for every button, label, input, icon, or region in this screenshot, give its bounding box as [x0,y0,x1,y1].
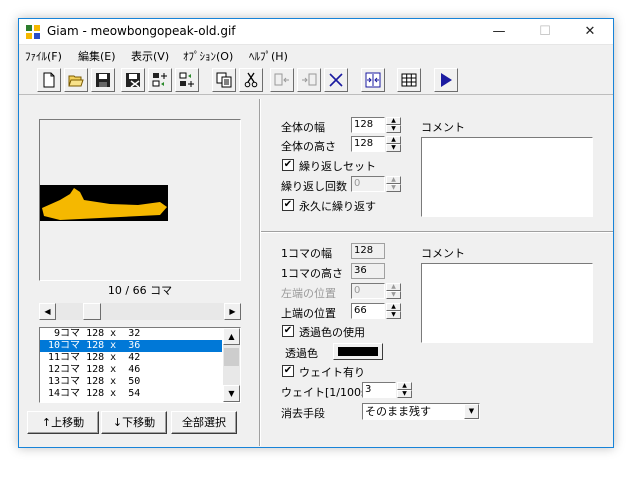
frame-height-label: 1コマの高さ [281,267,343,280]
menu-view[interactable]: 表示(V) [131,48,169,64]
menu-help[interactable]: ﾍﾙﾌﾟ(H) [249,48,288,64]
global-width-spinner[interactable]: ▲ ▼ [386,117,401,133]
loop-forever-label: 永久に繰り返す [299,200,376,213]
frame-counter: 10 / 66 コマ [107,284,173,297]
frame-comment-label: コメント [421,247,465,260]
transparent-color-button[interactable] [333,343,383,360]
left-position-label: 左端の位置 [281,287,336,300]
scroll-up-icon[interactable]: ▲ [223,328,240,345]
wait-time-spinner[interactable]: ▲ ▼ [397,382,412,398]
paste-after-icon [297,68,321,92]
preview-image [40,185,168,221]
loop-count-spinner[interactable]: ▲ ▼ [386,176,401,192]
play-icon[interactable] [434,68,458,92]
transparent-checkbox[interactable]: ✔ [282,325,294,337]
wait-checkbox[interactable]: ✔ [282,365,294,377]
list-item[interactable]: 9コマ 128 x 32 [40,328,222,340]
global-height-label: 全体の高さ [281,140,336,153]
top-position-label: 上端の位置 [281,307,336,320]
select-all-button[interactable]: 全部選択 [171,411,237,434]
top-position-spinner[interactable]: ▲ ▼ [386,303,401,319]
frame-width-label: 1コマの幅 [281,247,332,260]
wait-time-field[interactable]: 3 [362,382,396,398]
left-position-field[interactable]: 0 [351,283,385,299]
fit-size-icon[interactable] [361,68,385,92]
section-divider [261,231,613,233]
new-file-icon[interactable] [37,68,61,92]
scroll-right-icon[interactable]: ▶ [224,303,241,320]
list-scroll-thumb[interactable] [224,348,239,366]
minimize-button[interactable]: — [476,19,522,45]
disposal-label: 消去手段 [281,407,325,420]
giam-app-icon [26,25,40,39]
slider-thumb[interactable] [83,303,101,320]
loop-set-label: 繰り返しセット [299,160,376,173]
wait-time-label: ウェイト[1/100s] [281,386,372,399]
loop-count-label: 繰り返し回数 [281,180,347,193]
list-item[interactable]: 14コマ 128 x 54 [40,388,222,400]
wait-label: ウェイト有り [299,366,365,379]
move-down-button[interactable]: ↓下移動 [101,411,167,434]
menu-edit[interactable]: 編集(E) [78,48,116,64]
color-swatch [338,347,378,356]
chevron-down-icon[interactable]: ▼ [464,404,479,419]
global-width-label: 全体の幅 [281,121,325,134]
left-position-spinner[interactable]: ▲ ▼ [386,283,401,299]
list-scrollbar[interactable]: ▲ ▼ [223,328,240,402]
frame-list[interactable]: 9コマ 128 x 32 10コマ 128 x 36 11コマ 128 x 42… [39,327,241,403]
global-height-spinner[interactable]: ▲ ▼ [386,136,401,152]
disposal-select[interactable]: そのまま残す ▼ [362,403,480,420]
menu-bar: ﾌｧｲﾙ(F) 編集(E) 表示(V) ｵﾌﾟｼｮﾝ(O) ﾍﾙﾌﾟ(H) [19,46,613,64]
menu-options[interactable]: ｵﾌﾟｼｮﾝ(O) [183,48,233,64]
panel-divider [259,99,261,446]
frame-width-value: 128 [351,243,385,259]
frame-slider[interactable]: ◀ ▶ [39,303,241,320]
global-comment-label: コメント [421,121,465,134]
global-width-field[interactable]: 128 [351,117,385,133]
scroll-left-icon[interactable]: ◀ [39,303,56,320]
loop-count-field[interactable]: 0 [351,176,385,192]
grid-icon[interactable] [397,68,421,92]
list-item[interactable]: 13コマ 128 x 50 [40,376,222,388]
global-comment-textarea[interactable] [421,137,593,217]
loop-forever-checkbox[interactable]: ✔ [282,199,294,211]
open-folder-icon[interactable] [64,68,88,92]
transparent-label: 透過色の使用 [299,326,365,339]
cut-icon[interactable] [239,68,263,92]
top-position-field[interactable]: 66 [351,303,385,319]
list-item-selected[interactable]: 10コマ 128 x 36 [40,340,222,352]
list-item[interactable]: 12コマ 128 x 46 [40,364,222,376]
frame-height-value: 36 [351,263,385,279]
title-bar[interactable]: Giam - meowbongopeak-old.gif — ☐ ✕ [19,19,613,45]
frame-comment-textarea[interactable] [421,263,593,343]
loop-set-checkbox[interactable]: ✔ [282,159,294,171]
global-height-field[interactable]: 128 [351,136,385,152]
copy-icon[interactable] [212,68,236,92]
frame-preview [39,119,241,281]
app-window: Giam - meowbongopeak-old.gif — ☐ ✕ ﾌｧｲﾙ(… [18,18,614,448]
save-icon[interactable] [91,68,115,92]
save-as-icon[interactable] [121,68,145,92]
close-button[interactable]: ✕ [567,19,613,45]
insert-frame-before-icon[interactable] [148,68,172,92]
delete-icon[interactable] [324,68,348,92]
scroll-down-icon[interactable]: ▼ [223,385,240,402]
move-up-button[interactable]: ↑上移動 [27,411,99,434]
transparent-color-label: 透過色 [285,347,318,360]
maximize-button[interactable]: ☐ [522,19,568,45]
window-title: Giam - meowbongopeak-old.gif [47,24,236,38]
toolbar [19,65,613,95]
insert-frame-after-icon[interactable] [175,68,199,92]
paste-before-icon [270,68,294,92]
list-item[interactable]: 11コマ 128 x 42 [40,352,222,364]
disposal-value: そのまま残す [365,405,431,418]
menu-file[interactable]: ﾌｧｲﾙ(F) [25,48,62,64]
